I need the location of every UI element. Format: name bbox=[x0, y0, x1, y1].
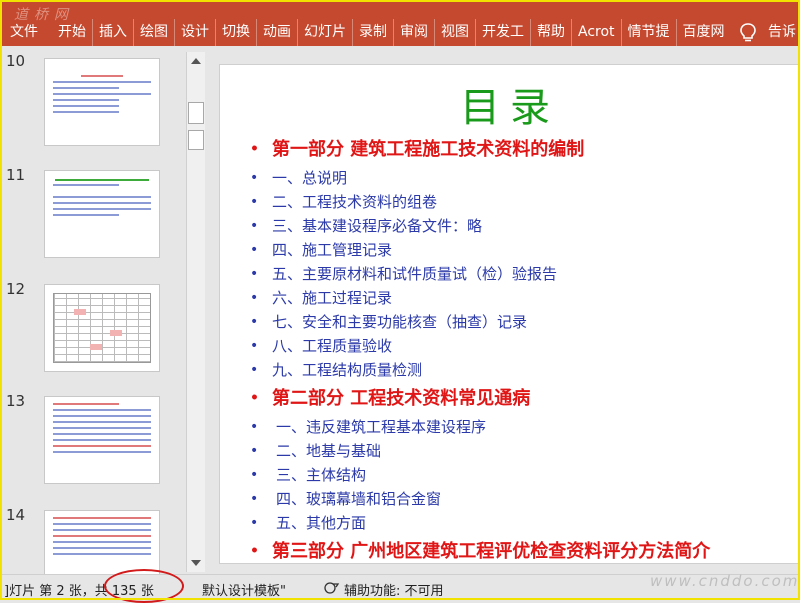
toc-item: • 一、总说明 bbox=[250, 166, 710, 190]
bullet-icon: • bbox=[250, 390, 259, 406]
accessibility-status[interactable]: 辅助功能: 不可用 bbox=[344, 580, 444, 599]
tab-review[interactable]: 审阅 bbox=[394, 19, 435, 46]
bullet-icon: • bbox=[250, 314, 259, 330]
bullet-icon: • bbox=[250, 242, 259, 258]
bullet-icon: • bbox=[250, 443, 259, 459]
thumb-number: 14 bbox=[6, 506, 26, 524]
ribbon: 道桥网 文件 开始 插入 绘图 设计 切换 动画 幻灯片 录制 审阅 视图 开发… bbox=[0, 0, 800, 46]
toc-item: • 五、其他方面 bbox=[250, 511, 710, 535]
accessibility-icon bbox=[324, 582, 340, 594]
tab-acrobat[interactable]: Acrot bbox=[572, 19, 622, 46]
toc-item-label: 四、施工管理记录 bbox=[272, 241, 393, 259]
toc-item-label: 五、主要原材料和试件质量试（检）验报告 bbox=[272, 265, 558, 283]
thumb-number: 13 bbox=[6, 392, 26, 410]
toc-item: • 五、主要原材料和试件质量试（检）验报告 bbox=[250, 262, 710, 286]
bullet-icon: • bbox=[250, 266, 259, 282]
toc-section-label: 第三部分 广州地区建筑工程评优检查资料评分方法简介 bbox=[272, 541, 711, 562]
bullet-icon: • bbox=[250, 218, 259, 234]
scrollbar-thumb[interactable] bbox=[188, 130, 204, 150]
lightbulb-icon[interactable] bbox=[738, 22, 758, 44]
toc-item: • 三、主体结构 bbox=[250, 463, 710, 487]
theme-name-status: 默认设计模板" bbox=[202, 584, 286, 599]
toc-item-label: 二、工程技术资料的组卷 bbox=[272, 193, 438, 211]
tell-me-search[interactable]: 告诉 bbox=[768, 19, 796, 46]
toc-item: • 六、施工过程记录 bbox=[250, 286, 710, 310]
bullet-icon: • bbox=[250, 290, 259, 306]
thumb-number: 11 bbox=[6, 166, 26, 184]
slide-thumbnail-pane: 10 11 12 13 14 bbox=[0, 46, 186, 574]
toc-item-label: 一、总说明 bbox=[272, 169, 348, 187]
toc-item: • 四、施工管理记录 bbox=[250, 238, 710, 262]
bullet-icon: • bbox=[250, 491, 259, 507]
scrollbar-thumb[interactable] bbox=[188, 102, 204, 124]
toc-item: • 七、安全和主要功能核查（抽查）记录 bbox=[250, 310, 710, 334]
tab-developer[interactable]: 开发工 bbox=[476, 19, 531, 46]
slide-thumbnail[interactable] bbox=[44, 170, 160, 258]
toc-section-heading: • 第三部分 广州地区建筑工程评优检查资料评分方法简介 bbox=[250, 535, 710, 568]
toc-item-label: 七、安全和主要功能核查（抽查）记录 bbox=[272, 313, 528, 331]
toc-item: • 八、工程质量验收 bbox=[250, 334, 710, 358]
table-of-contents[interactable]: • 第一部分 建筑工程施工技术资料的编制 • 一、总说明 • 二、工程技术资料的组卷 • 三、… bbox=[250, 133, 710, 568]
tab-animations[interactable]: 动画 bbox=[257, 19, 298, 46]
watermark: www.cnddo.com bbox=[650, 572, 800, 590]
toc-item: • 二、工程技术资料的组卷 bbox=[250, 190, 710, 214]
slide-thumbnail[interactable] bbox=[44, 58, 160, 146]
toc-item-label: 四、玻璃幕墙和铝合金窗 bbox=[276, 490, 442, 508]
thumbnail-scrollbar[interactable] bbox=[186, 52, 206, 572]
current-slide[interactable]: 目录 • 第一部分 建筑工程施工技术资料的编制 • 一、总说明 • 二、工程技术资料的组卷… bbox=[219, 64, 800, 564]
bullet-icon: • bbox=[250, 170, 259, 186]
tab-design[interactable]: 设计 bbox=[175, 19, 216, 46]
bullet-icon: • bbox=[250, 543, 259, 559]
tab-storyboard[interactable]: 情节提 bbox=[622, 19, 677, 46]
toc-item-label: 三、主体结构 bbox=[276, 466, 367, 484]
slide-thumbnail[interactable] bbox=[44, 396, 160, 484]
bullet-icon: • bbox=[250, 194, 259, 210]
tab-view[interactable]: 视图 bbox=[435, 19, 476, 46]
toc-section-label: 第二部分 工程技术资料常见通病 bbox=[272, 388, 531, 409]
toc-item-label: 五、其他方面 bbox=[276, 514, 367, 532]
slide-thumbnail[interactable] bbox=[44, 284, 160, 372]
toc-item: • 一、违反建筑工程基本建设程序 bbox=[250, 415, 710, 439]
tab-transitions[interactable]: 切换 bbox=[216, 19, 257, 46]
tab-slideshow[interactable]: 幻灯片 bbox=[298, 19, 353, 46]
toc-item-label: 九、工程结构质量检测 bbox=[272, 361, 423, 379]
tab-insert[interactable]: 插入 bbox=[93, 19, 134, 46]
toc-item-label: 八、工程质量验收 bbox=[272, 337, 393, 355]
toc-item: • 三、基本建设程序必备文件：略 bbox=[250, 214, 710, 238]
toc-item: • 四、玻璃幕墙和铝合金窗 bbox=[250, 487, 710, 511]
annotation-ellipse bbox=[104, 569, 184, 603]
ribbon-tabs: 文件 开始 插入 绘图 设计 切换 动画 幻灯片 录制 审阅 视图 开发工 帮助… bbox=[0, 19, 731, 46]
tab-record[interactable]: 录制 bbox=[353, 19, 394, 46]
tab-draw[interactable]: 绘图 bbox=[134, 19, 175, 46]
slide-editor: 目录 • 第一部分 建筑工程施工技术资料的编制 • 一、总说明 • 二、工程技术资料的组卷… bbox=[205, 52, 800, 572]
tab-help[interactable]: 帮助 bbox=[531, 19, 572, 46]
toc-item: • 二、地基与基础 bbox=[250, 439, 710, 463]
bullet-icon: • bbox=[250, 141, 259, 157]
slide-thumbnail[interactable] bbox=[44, 510, 160, 574]
bullet-icon: • bbox=[250, 338, 259, 354]
toc-section-heading: • 第二部分 工程技术资料常见通病 bbox=[250, 382, 710, 415]
toc-item: • 九、工程结构质量检测 bbox=[250, 358, 710, 382]
tab-baidu-netdisk[interactable]: 百度网 bbox=[677, 19, 731, 46]
thumb-number: 12 bbox=[6, 280, 26, 298]
bullet-icon: • bbox=[250, 515, 259, 531]
scroll-up-icon[interactable] bbox=[191, 58, 201, 64]
tab-file[interactable]: 文件 bbox=[0, 19, 52, 46]
bullet-icon: • bbox=[250, 419, 259, 435]
thumb-number: 10 bbox=[6, 52, 26, 70]
toc-section-label: 第一部分 建筑工程施工技术资料的编制 bbox=[272, 139, 585, 160]
tab-home[interactable]: 开始 bbox=[52, 19, 93, 46]
toc-item-label: 一、违反建筑工程基本建设程序 bbox=[276, 418, 487, 436]
scroll-down-icon[interactable] bbox=[191, 560, 201, 566]
toc-item-label: 三、基本建设程序必备文件：略 bbox=[272, 217, 483, 235]
slide-title[interactable]: 目录 bbox=[220, 75, 800, 133]
toc-item-label: 六、施工过程记录 bbox=[272, 289, 393, 307]
bullet-icon: • bbox=[250, 467, 259, 483]
toc-section-heading: • 第一部分 建筑工程施工技术资料的编制 bbox=[250, 133, 710, 166]
toc-item-label: 二、地基与基础 bbox=[276, 442, 382, 460]
bullet-icon: • bbox=[250, 362, 259, 378]
